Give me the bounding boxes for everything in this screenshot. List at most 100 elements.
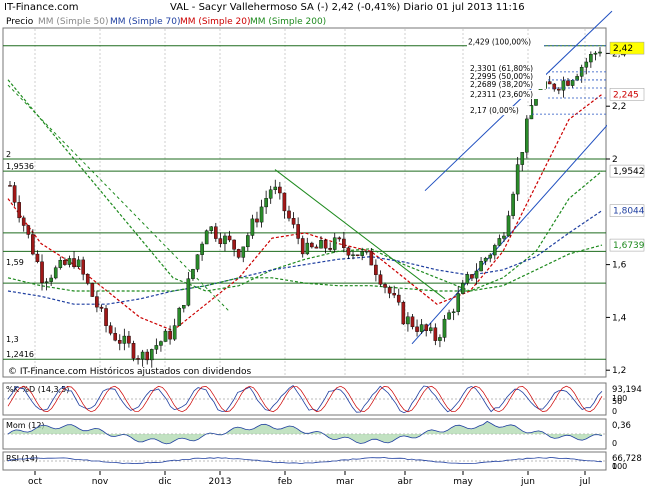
time-axis: oct nov dic 2013 feb mar abr may jun jul [28,471,590,487]
candle-body-79 [369,250,374,266]
candle-body-103 [479,261,483,272]
legend: Precio MM (Simple 50) MM (Simple 70) MM … [6,17,326,27]
time-label-4: feb [278,477,293,487]
candle-body-89 [415,326,419,332]
candle-body-12 [63,260,67,265]
candle-body-100 [465,274,470,284]
candle-body-31 [149,349,154,361]
candle-body-62 [291,218,296,225]
ind3-name: RSI (14) [6,454,38,463]
time-label-8: jun [520,477,535,487]
candle-body-95 [442,318,447,338]
candle-body-19 [95,296,99,308]
candle-body-27 [131,343,136,359]
candle-body-88 [410,316,415,328]
candle-body-96 [447,312,451,320]
candle-body-33 [159,341,163,346]
candle-body-14 [72,258,76,268]
candle-body-67 [314,246,319,249]
legend-mm20: MM (Simple 20) [180,17,250,27]
fib-label-0: 2,429 (100,00%) [468,38,531,47]
time-label-2: dic [158,477,171,487]
price-tick-label-3: 1,6 [612,261,627,271]
candle-body-34 [163,330,168,342]
candle-body-97 [451,311,456,313]
candle-body-26 [127,335,131,344]
rsi-panel: RSI (14) 66,7281000 [2,451,650,471]
candle-body-48 [227,235,232,241]
candle-body-118 [547,81,552,85]
candle-body-122 [566,80,570,86]
chart-window: IT-Finance.com VAL - Sacyr Vallehermoso … [0,0,650,490]
candle-body-32 [154,345,159,350]
candle-body-78 [364,250,369,253]
candle-body-57 [268,189,273,199]
price-tick-label-5: 1,2 [612,366,626,376]
candle-body-17 [85,274,90,284]
price-badge-3: 1,8044 [613,207,645,217]
candle-body-13 [67,258,72,265]
ind2-tick-0: 0 [612,439,617,448]
price-axis-bg [607,28,650,377]
candle-body-128 [593,52,598,55]
candle-body-76 [355,254,360,256]
candle-body-71 [332,237,337,250]
candle-body-36 [172,325,177,340]
candle-body-52 [246,235,250,248]
candle-body-82 [383,284,387,288]
stock-chart: IT-Finance.com VAL - Sacyr Vallehermoso … [0,0,650,487]
candle-body-129 [598,51,602,54]
candle-body-113 [525,118,529,153]
candle-body-39 [186,278,191,306]
candle-body-64 [300,238,305,255]
time-label-0: oct [28,477,42,487]
candle-body-61 [287,210,291,219]
candle-body-50 [236,249,241,258]
candle-body-110 [511,193,515,216]
candle-body-90 [419,324,424,332]
left-level-label-4: 1,2416 [6,350,34,359]
momentum-panel: Mom (12) 0,360 [2,418,650,450]
candle-body-53 [250,218,255,236]
candle-body-43 [204,230,209,245]
candle-body-101 [470,274,474,279]
price-tick-label-4: 1,4 [612,313,627,323]
candle-body-55 [259,206,264,223]
candle-body-4 [26,225,31,235]
candle-body-35 [168,330,172,340]
candle-body-91 [424,324,429,331]
candle-body-7 [40,261,44,283]
candle-body-120 [557,88,561,91]
candle-body-21 [104,308,108,326]
price-badge-4: 1,6739 [613,241,645,251]
left-level-label-2: 1,59 [6,258,24,267]
candle-body-80 [374,264,378,275]
candle-body-40 [191,269,195,279]
candle-body-83 [387,287,392,294]
candle-body-75 [351,254,355,256]
candle-body-85 [396,294,401,303]
legend-mm200: MM (Simple 200) [250,17,326,27]
candle-body-66 [310,242,314,248]
candle-body-68 [319,240,323,249]
candle-body-107 [497,238,502,246]
legend-price: Precio [6,17,34,27]
candle-body-74 [346,247,351,256]
candle-body-29 [140,351,145,360]
price-tick-label-1: 2,2 [612,102,626,112]
candle-body-59 [278,186,282,194]
ind1-tick-1: 50 [612,397,622,406]
candle-body-10 [53,267,58,279]
candle-body-72 [337,237,342,240]
fib-label-3: 2,2689 (38,20%) [470,80,533,89]
candle-body-46 [218,238,223,245]
stochastic-panel: %K %D (14,3,5) 93,194100500 [2,382,650,416]
candle-body-47 [223,235,227,245]
time-label-6: abr [398,477,413,487]
price-tick-label-2: 2 [612,155,618,165]
candle-body-106 [493,245,497,256]
candle-body-108 [502,235,506,239]
candle-body-2 [17,202,21,219]
price-badge-1: 2,245 [613,90,639,100]
candle-body-0 [8,185,12,187]
